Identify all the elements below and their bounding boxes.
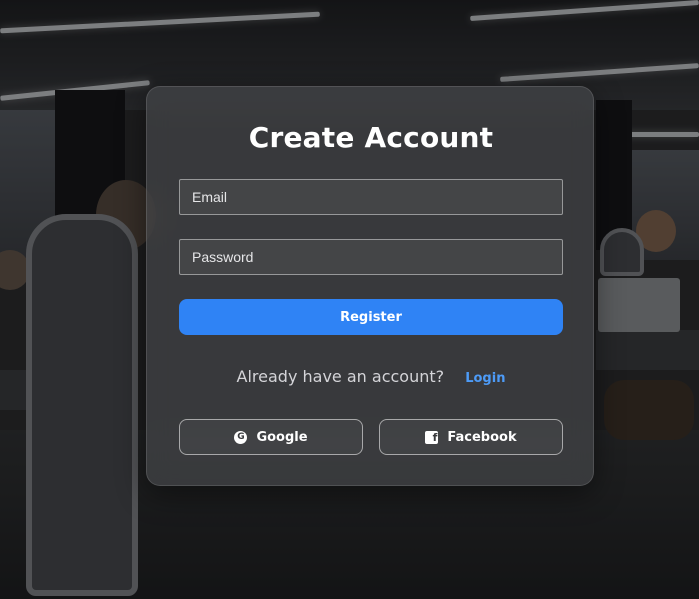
facebook-icon: f (425, 430, 439, 444)
facebook-button-label: Facebook (447, 429, 517, 445)
login-prompt-text: Already have an account? (236, 367, 445, 386)
page-title: Create Account (248, 121, 494, 154)
register-button[interactable]: Register (179, 299, 563, 335)
password-field[interactable] (179, 239, 563, 275)
register-card: Create Account Register Already have an … (146, 86, 594, 486)
facebook-button[interactable]: f Facebook (379, 419, 563, 455)
google-button-label: Google (256, 429, 308, 445)
google-icon: G (234, 430, 248, 444)
email-field[interactable] (179, 179, 563, 215)
login-link[interactable]: Login (465, 371, 505, 386)
google-button[interactable]: G Google (179, 419, 363, 455)
login-prompt: Already have an account? Login (147, 367, 595, 386)
